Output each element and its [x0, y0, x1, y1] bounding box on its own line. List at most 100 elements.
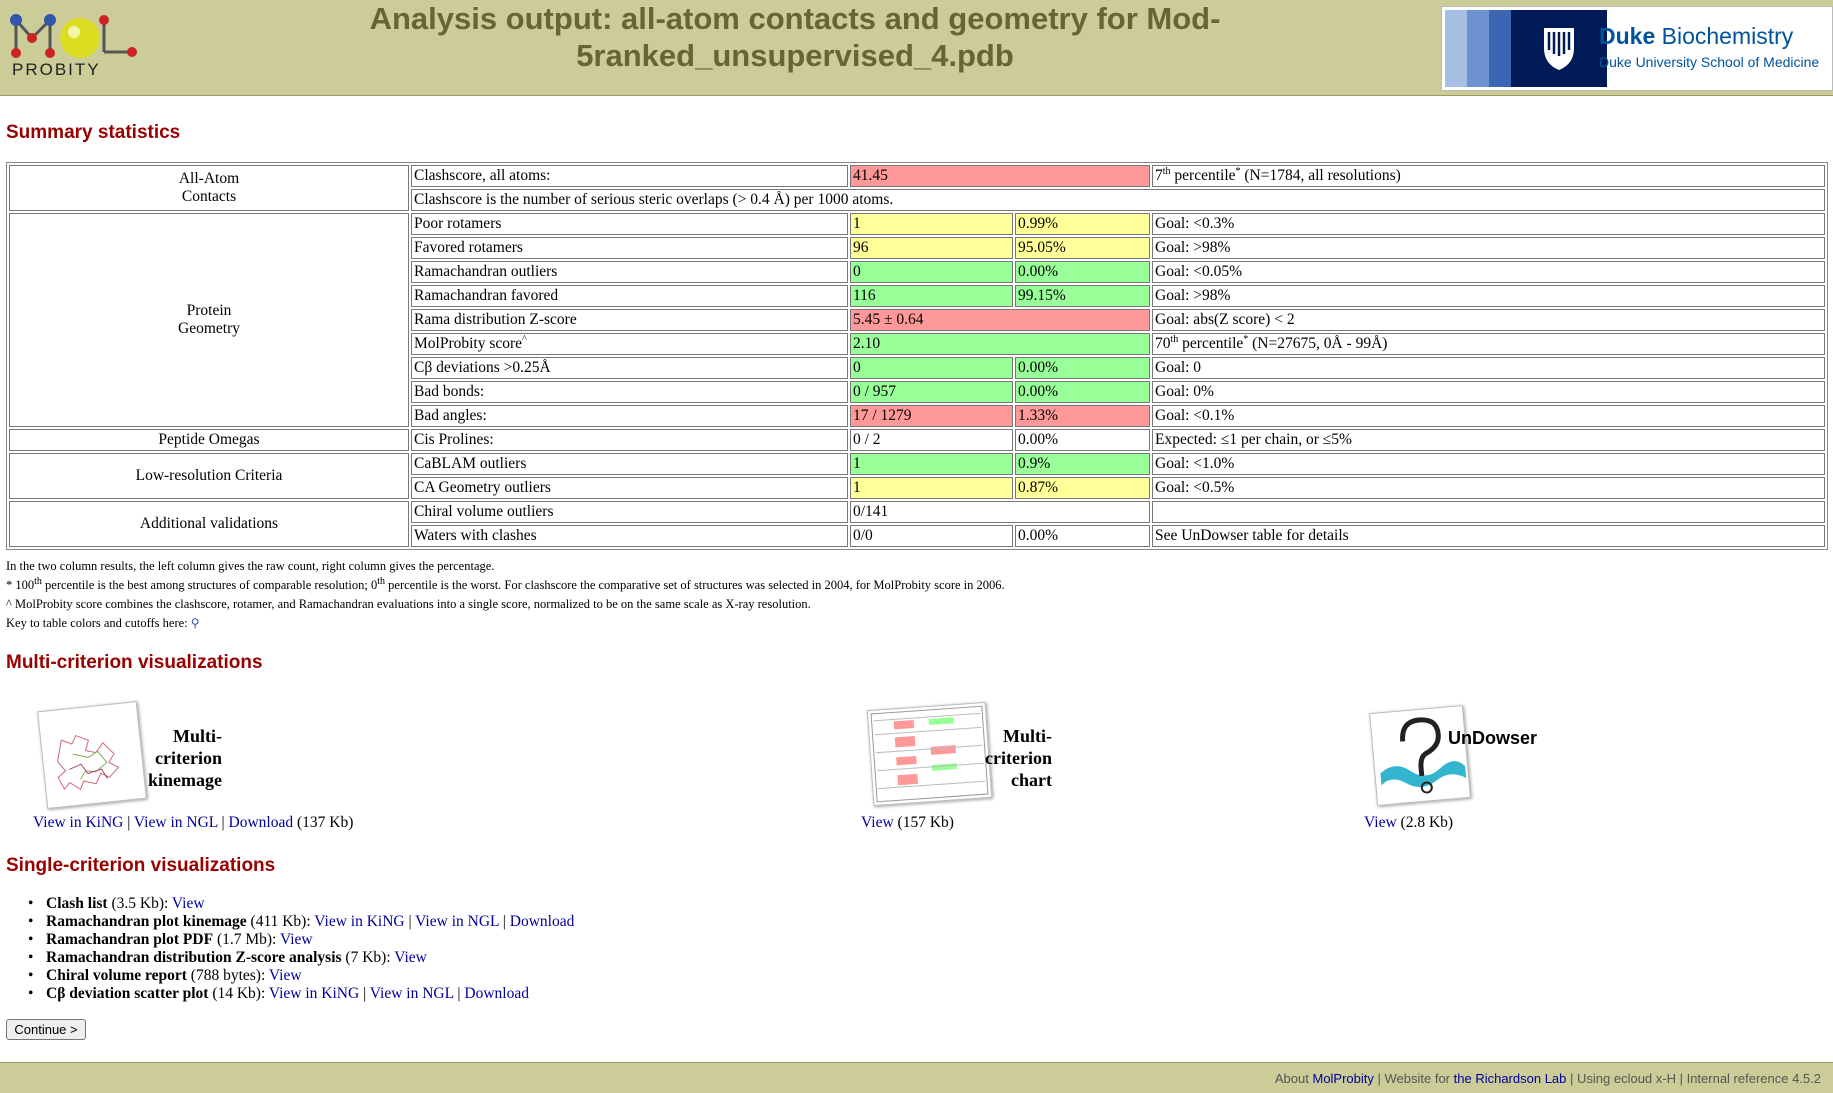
clashscore-description: Clashscore is the number of serious ster…	[411, 189, 1825, 211]
poor-rotamers-label: Poor rotamers	[411, 213, 848, 235]
undowser-view-link[interactable]: View	[1364, 814, 1397, 831]
poor-rotamers-count: 1	[850, 213, 1013, 235]
list-item: Ramachandran distribution Z-score analys…	[28, 949, 574, 967]
list-item: Ramachandran plot PDF (1.7 Mb): View	[28, 931, 574, 949]
cis-prolines-label: Cis Prolines:	[411, 429, 848, 451]
list-item: Ramachandran plot kinemage (411 Kb): Vie…	[28, 913, 575, 931]
favored-rotamers-pct: 95.05%	[1015, 237, 1150, 259]
molprobity-score-label: MolProbity score^	[411, 333, 848, 355]
help-link-icon[interactable]: ⚲	[191, 616, 200, 630]
waters-label: Waters with clashes	[411, 525, 848, 547]
separator: |	[359, 985, 370, 1002]
molprobity-score-value: 2.10	[850, 333, 1150, 355]
rama-outliers-count: 0	[850, 261, 1013, 283]
rama-z-label: Rama distribution Z-score	[411, 309, 848, 331]
continue-button[interactable]: Continue >	[6, 1019, 86, 1040]
bad-angles-count: 17 / 1279	[850, 405, 1013, 427]
cb-deviations-label: Cβ deviations >0.25Å	[411, 357, 848, 379]
duke-shield-icon	[1511, 10, 1607, 87]
rama-z-value: 5.45 ± 0.64	[850, 309, 1150, 331]
clashscore-value: 41.45	[850, 165, 1150, 187]
kinemage-download-link[interactable]: Download	[229, 814, 294, 831]
ca-geometry-label: CA Geometry outliers	[411, 477, 848, 499]
kinemage-view-king-link[interactable]: View in KiNG	[33, 814, 123, 831]
note-two-column: In the two column results, the left colu…	[6, 559, 495, 573]
page-title: Analysis output: all-atom contacts and g…	[300, 0, 1290, 74]
cb-deviations-pct: 0.00%	[1015, 357, 1150, 379]
list-item-size: (3.5 Kb):	[107, 895, 172, 912]
list-item-link[interactable]: Download	[510, 913, 575, 930]
note-key: Key to table colors and cutoffs here: ⚲	[6, 616, 200, 630]
list-item-link[interactable]: View in NGL	[370, 985, 454, 1002]
page-header: PROBITY Analysis output: all-atom contac…	[0, 0, 1833, 96]
undowser-thumbnail[interactable]	[1369, 705, 1471, 806]
undowser-title: UnDowser	[1448, 728, 1538, 748]
note-molprobity-score: ^ MolProbity score combines the clashsco…	[6, 597, 811, 611]
table-row: Protein Geometry Poor rotamers 1 0.99% Go…	[9, 213, 1825, 427]
page-footer: About MolProbity | Website for the Richa…	[0, 1062, 1833, 1093]
chart-view-link[interactable]: View	[861, 814, 894, 831]
category-protein-geometry: Protein Geometry	[9, 213, 409, 427]
logo-text: PROBITY	[12, 60, 101, 79]
favored-rotamers-goal: Goal: >98%	[1152, 237, 1825, 259]
bad-bonds-goal: Goal: 0%	[1152, 381, 1825, 403]
bad-bonds-pct: 0.00%	[1015, 381, 1150, 403]
footer-text: About MolProbity | Website for the Richa…	[1274, 1071, 1821, 1086]
rama-favored-goal: Goal: >98%	[1152, 285, 1825, 307]
table-row: Peptide Omegas Cis Prolines: 0 / 2 0.00%…	[9, 429, 1825, 451]
list-item-link[interactable]: View	[172, 895, 205, 912]
list-item-name: Clash list	[46, 895, 108, 912]
page-title-line1: Analysis output: all-atom contacts and g…	[369, 1, 1221, 36]
cb-deviations-goal: Goal: 0	[1152, 357, 1825, 379]
molprobity-logo[interactable]: PROBITY	[4, 8, 144, 82]
rama-favored-label: Ramachandran favored	[411, 285, 848, 307]
rama-outliers-pct: 0.00%	[1015, 261, 1150, 283]
cb-deviations-count: 0	[850, 357, 1013, 379]
cis-prolines-count: 0 / 2	[850, 429, 1013, 451]
clashscore-label: Clashscore, all atoms:	[411, 165, 848, 187]
list-item: Clash list (3.5 Kb): View	[28, 895, 574, 913]
summary-table: All-Atom Contacts Clashscore, all atoms: …	[6, 162, 1828, 550]
cis-prolines-pct: 0.00%	[1015, 429, 1150, 451]
note-percentile: * 100th percentile is the best among str…	[6, 575, 1005, 592]
chart-title: Multi-criterion chart	[985, 726, 1052, 790]
list-item-name: Cβ deviation scatter plot	[46, 985, 209, 1002]
table-notes: In the two column results, the left colu…	[6, 557, 1005, 633]
list-item-link[interactable]: Download	[464, 985, 529, 1002]
footer-molprobity-link[interactable]: MolProbity	[1312, 1071, 1373, 1086]
cablam-label: CaBLAM outliers	[411, 453, 848, 475]
rama-z-goal: Goal: abs(Z score) < 2	[1152, 309, 1825, 331]
ca-geometry-goal: Goal: <0.5%	[1152, 477, 1825, 499]
favored-rotamers-label: Favored rotamers	[411, 237, 848, 259]
list-item-link[interactable]: View in KiNG	[314, 913, 404, 930]
kinemage-links: View in KiNG | View in NGL | Download (1…	[33, 814, 354, 831]
kinemage-view-ngl-link[interactable]: View in NGL	[134, 814, 218, 831]
list-item-link[interactable]: View	[280, 931, 313, 948]
footer-richardson-lab-link[interactable]: the Richardson Lab	[1454, 1071, 1567, 1086]
list-item-size: (14 Kb):	[208, 985, 269, 1002]
list-item-link[interactable]: View in KiNG	[269, 985, 359, 1002]
chiral-goal	[1152, 501, 1825, 523]
list-item: Chiral volume report (788 bytes): View	[28, 967, 574, 985]
rama-outliers-label: Ramachandran outliers	[411, 261, 848, 283]
list-item-link[interactable]: View in NGL	[415, 913, 499, 930]
separator: |	[498, 913, 510, 930]
cablam-goal: Goal: <1.0%	[1152, 453, 1825, 475]
list-item-link[interactable]: View	[394, 949, 427, 966]
ca-geometry-pct: 0.87%	[1015, 477, 1150, 499]
duke-biochemistry-logo[interactable]: Duke Biochemistry Duke University School…	[1441, 6, 1833, 91]
bad-bonds-label: Bad bonds:	[411, 381, 848, 403]
rama-favored-count: 116	[850, 285, 1013, 307]
list-item-size: (788 bytes):	[186, 967, 269, 984]
list-item-link[interactable]: View	[269, 967, 302, 984]
table-row: Low-resolution Criteria CaBLAM outliers …	[9, 453, 1825, 499]
category-all-atom: All-Atom Contacts	[9, 165, 409, 211]
waters-count: 0/0	[850, 525, 1013, 547]
waters-pct: 0.00%	[1015, 525, 1150, 547]
summary-heading: Summary statistics	[6, 122, 181, 143]
favored-rotamers-count: 96	[850, 237, 1013, 259]
kinemage-title: Multi-criterion kinemage	[148, 726, 222, 790]
bad-angles-label: Bad angles:	[411, 405, 848, 427]
duke-subtitle: Duke University School of Medicine	[1599, 54, 1820, 70]
rama-outliers-goal: Goal: <0.05%	[1152, 261, 1825, 283]
